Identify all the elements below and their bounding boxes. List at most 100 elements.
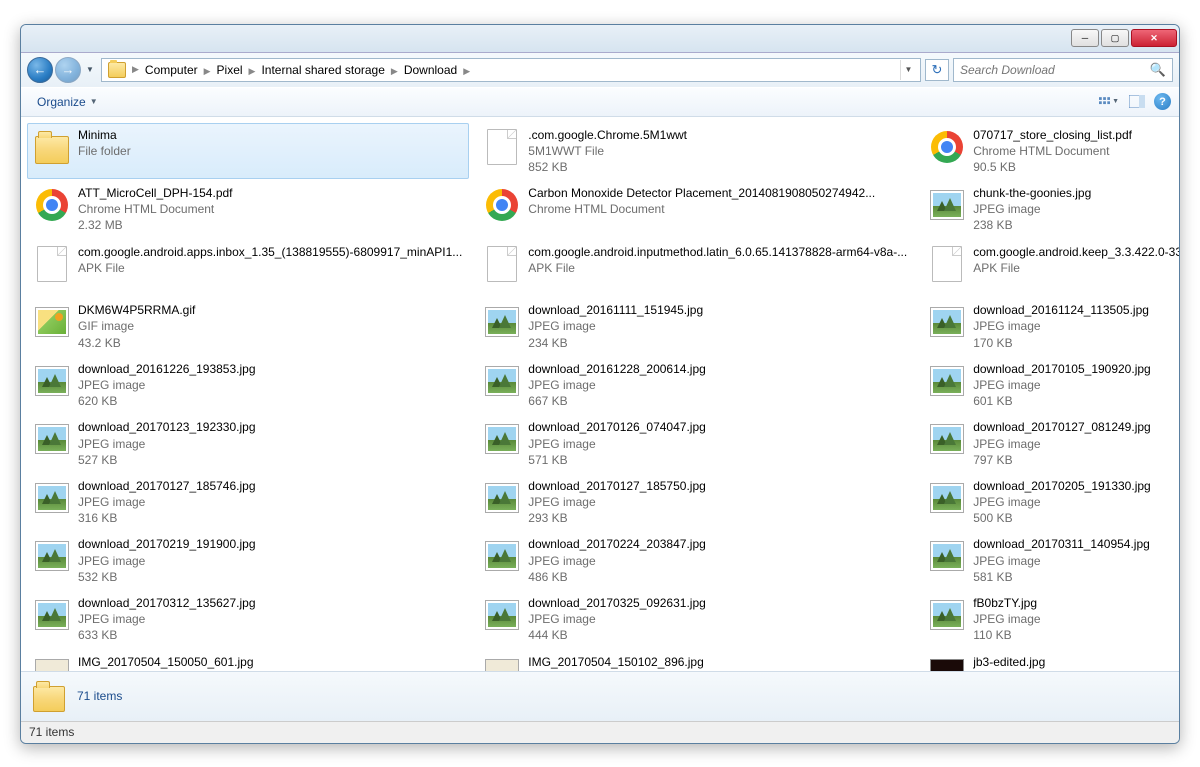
file-item[interactable]: download_20170127_081249.jpgJPEG image79… [922,415,1179,472]
file-info: download_20170325_092631.jpgJPEG image44… [528,595,907,644]
file-name: com.google.android.inputmethod.latin_6.0… [528,244,907,260]
file-name: DKM6W4P5RRMA.gif [78,302,462,318]
file-name: download_20170325_092631.jpg [528,595,907,611]
file-item[interactable]: 070717_store_closing_list.pdfChrome HTML… [922,123,1179,180]
search-icon[interactable]: 🔍 [1150,62,1166,78]
jpeg-icon [929,421,965,457]
file-type: JPEG image [528,377,907,393]
file-name: download_20170224_203847.jpg [528,536,907,552]
address-dropdown[interactable]: ▼ [900,60,916,80]
file-icon [929,246,965,282]
file-name: download_20170205_191330.jpg [973,478,1179,494]
preview-pane-button[interactable] [1126,91,1148,113]
file-item[interactable]: download_20170312_135627.jpgJPEG image63… [27,591,469,648]
nav-history-dropdown[interactable]: ▼ [83,63,97,77]
file-info: download_20170311_140954.jpgJPEG image58… [973,536,1179,585]
file-name: IMG_20170504_150102_896.jpg [528,654,907,670]
breadcrumb-internal-shared-storage[interactable]: Internal shared storage [257,63,388,77]
file-item[interactable]: download_20170325_092631.jpgJPEG image44… [477,591,914,648]
file-type: JPEG image [528,436,907,452]
file-info: download_20170127_185746.jpgJPEG image31… [78,478,462,527]
file-info: MinimaFile folder [78,127,462,159]
refresh-button[interactable]: ↻ [925,59,949,81]
jpeg-icon [34,363,70,399]
minimize-button[interactable]: ─ [1071,29,1099,47]
file-name: download_20170219_191900.jpg [78,536,462,552]
file-info: download_20170127_185750.jpgJPEG image29… [528,478,907,527]
file-item[interactable]: download_20170224_203847.jpgJPEG image48… [477,532,914,589]
jpeg-icon [34,597,70,633]
file-item[interactable]: download_20170205_191330.jpgJPEG image50… [922,474,1179,531]
file-name: IMG_20170504_150050_601.jpg [78,654,462,670]
file-item[interactable]: Carbon Monoxide Detector Placement_20140… [477,181,914,238]
back-button[interactable]: ← [27,57,53,83]
file-info: download_20170126_074047.jpgJPEG image57… [528,419,907,468]
file-item[interactable]: download_20170219_191900.jpgJPEG image53… [27,532,469,589]
maximize-button[interactable]: ▢ [1101,29,1129,47]
file-item[interactable]: ATT_MicroCell_DPH-154.pdfChrome HTML Doc… [27,181,469,238]
file-item[interactable]: download_20161124_113505.jpgJPEG image17… [922,298,1179,355]
file-info: DKM6W4P5RRMA.gifGIF image43.2 KB [78,302,462,351]
file-name: download_20170312_135627.jpg [78,595,462,611]
chrome-icon [929,129,965,165]
file-size: 110 KB [973,627,1179,643]
file-list-pane[interactable]: MinimaFile folder .com.google.Chrome.5M1w… [21,117,1179,671]
file-size: 234 KB [528,335,907,351]
file-item[interactable]: download_20170105_190920.jpgJPEG image60… [922,357,1179,414]
file-item[interactable]: .com.google.Chrome.5M1wwt5M1WWT File852 … [477,123,914,180]
file-item[interactable]: IMG_20170504_150102_896.jpgJPEG image2.1… [477,650,914,671]
file-item[interactable]: com.google.android.apps.inbox_1.35_(1388… [27,240,469,297]
file-type: Chrome HTML Document [973,143,1179,159]
breadcrumb-download[interactable]: Download [400,63,461,77]
help-button[interactable]: ? [1154,93,1171,110]
jpeg-icon [484,480,520,516]
forward-button[interactable]: → [55,57,81,83]
search-box[interactable]: 🔍 [953,58,1173,82]
file-size: 667 KB [528,393,907,409]
file-item[interactable]: download_20170123_192330.jpgJPEG image52… [27,415,469,472]
file-item[interactable]: download_20170127_185750.jpgJPEG image29… [477,474,914,531]
file-name: chunk-the-goonies.jpg [973,185,1179,201]
file-item[interactable]: DKM6W4P5RRMA.gifGIF image43.2 KB [27,298,469,355]
file-item[interactable]: download_20170311_140954.jpgJPEG image58… [922,532,1179,589]
search-input[interactable] [960,63,1150,77]
file-item[interactable]: chunk-the-goonies.jpgJPEG image238 KB [922,181,1179,238]
file-item[interactable]: download_20161228_200614.jpgJPEG image66… [477,357,914,414]
file-type: JPEG image [78,553,462,569]
file-item[interactable]: download_20161111_151945.jpgJPEG image23… [477,298,914,355]
file-type: JPEG image [78,377,462,393]
file-item[interactable]: download_20170126_074047.jpgJPEG image57… [477,415,914,472]
chevron-right-icon[interactable]: ▶ [202,66,213,76]
file-item[interactable]: download_20161226_193853.jpgJPEG image62… [27,357,469,414]
address-bar[interactable]: ▶ Computer▶Pixel▶Internal shared storage… [101,58,921,82]
file-item[interactable]: com.google.android.inputmethod.latin_6.0… [477,240,914,297]
file-item[interactable]: fB0bzTY.jpgJPEG image110 KB [922,591,1179,648]
file-info: com.google.android.apps.inbox_1.35_(1388… [78,244,462,276]
chevron-right-icon[interactable]: ▶ [389,66,400,76]
view-options-button[interactable]: ▼ [1098,91,1120,113]
file-info: IMG_20170504_150102_896.jpgJPEG image2.1… [528,654,907,671]
chevron-right-icon[interactable]: ▶ [461,66,472,76]
organize-button[interactable]: Organize ▼ [29,91,106,113]
close-button[interactable]: ✕ [1131,29,1177,47]
file-info: download_20161228_200614.jpgJPEG image66… [528,361,907,410]
file-item[interactable]: download_20170127_185746.jpgJPEG image31… [27,474,469,531]
photo1-icon [34,656,70,671]
file-item[interactable]: jb3-edited.jpgJPEG image5.05 MB [922,650,1179,671]
file-item[interactable]: MinimaFile folder [27,123,469,180]
status-text: 71 items [29,725,74,739]
file-info: download_20170224_203847.jpgJPEG image48… [528,536,907,585]
file-type: JPEG image [973,611,1179,627]
titlebar[interactable]: ─ ▢ ✕ [21,25,1179,53]
breadcrumb-pixel[interactable]: Pixel [213,63,247,77]
chevron-right-icon[interactable]: ▶ [130,64,141,75]
file-item[interactable]: com.google.android.keep_3.3.422.0-334220… [922,240,1179,297]
file-type: JPEG image [78,670,462,671]
file-item[interactable]: IMG_20170504_150050_601.jpgJPEG image2.0… [27,650,469,671]
photo1-icon [484,656,520,671]
breadcrumb-computer[interactable]: Computer [141,63,202,77]
chevron-right-icon[interactable]: ▶ [247,66,258,76]
file-name: com.google.android.keep_3.3.422.0-334220… [973,244,1179,260]
file-size: 532 KB [78,569,462,585]
file-info: download_20170123_192330.jpgJPEG image52… [78,419,462,468]
